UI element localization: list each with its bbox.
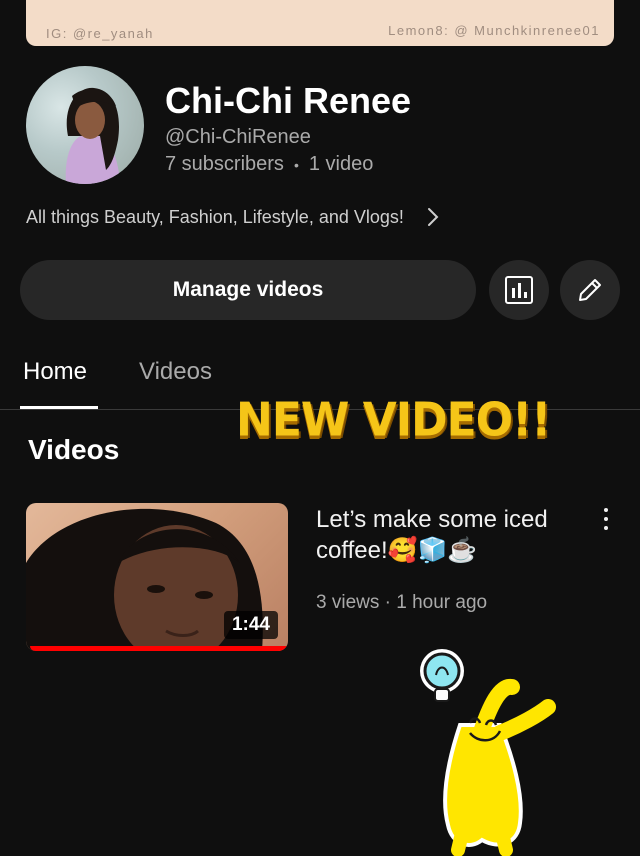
stats-separator: • [293, 157, 299, 173]
edit-channel-button[interactable] [560, 260, 620, 320]
watch-progress-bar [30, 646, 288, 651]
video-title[interactable]: Let’s make some iced coffee!🥰🧊☕ [316, 504, 576, 566]
chevron-right-icon [427, 208, 439, 226]
video-meta: 3 views · 1 hour ago [316, 592, 488, 613]
dot-icon [604, 526, 608, 530]
active-tab-indicator [20, 406, 98, 409]
channel-stats: 7 subscribers • 1 video [165, 153, 373, 177]
dot-icon [604, 508, 608, 512]
description-text: All things Beauty, Fashion, Lifestyle, a… [26, 206, 404, 227]
subscriber-count: 7 subscribers [165, 153, 284, 175]
more-options-button[interactable] [596, 506, 616, 532]
channel-handle: @Chi-ChiRenee [165, 126, 311, 148]
lightbulb-character-sticker [420, 649, 556, 856]
manage-videos-button[interactable]: Manage videos [20, 260, 476, 320]
video-thumbnail[interactable]: 1:44 [26, 503, 288, 651]
banner-instagram-text: IG: @re_yanah [46, 26, 154, 41]
pencil-icon [579, 279, 601, 301]
tab-videos[interactable]: Videos [139, 358, 212, 386]
dot-icon [604, 517, 608, 521]
banner-lemon8-text: Lemon8: @ Munchkinrenee01 [388, 23, 600, 38]
channel-name: Chi-Chi Renee [165, 80, 412, 121]
analytics-button[interactable] [489, 260, 549, 320]
channel-avatar[interactable] [26, 66, 144, 184]
video-duration: 1:44 [223, 611, 278, 639]
avatar-photo [65, 87, 120, 184]
section-title: Videos [28, 434, 120, 465]
bar-chart-icon [505, 276, 533, 304]
banner-script-art: ~ ~ ~ ~ ~ ~ ~ ~ [96, 0, 513, 14]
tab-home[interactable]: Home [23, 358, 87, 386]
video-count: 1 video [308, 153, 374, 175]
new-video-sticker: NEW VIDEO!! [236, 393, 551, 448]
channel-description[interactable]: All things Beauty, Fashion, Lifestyle, a… [26, 204, 606, 230]
channel-banner: ~ ~ ~ ~ ~ ~ ~ ~ IG: @re_yanah Lemon8: @ … [26, 0, 614, 46]
